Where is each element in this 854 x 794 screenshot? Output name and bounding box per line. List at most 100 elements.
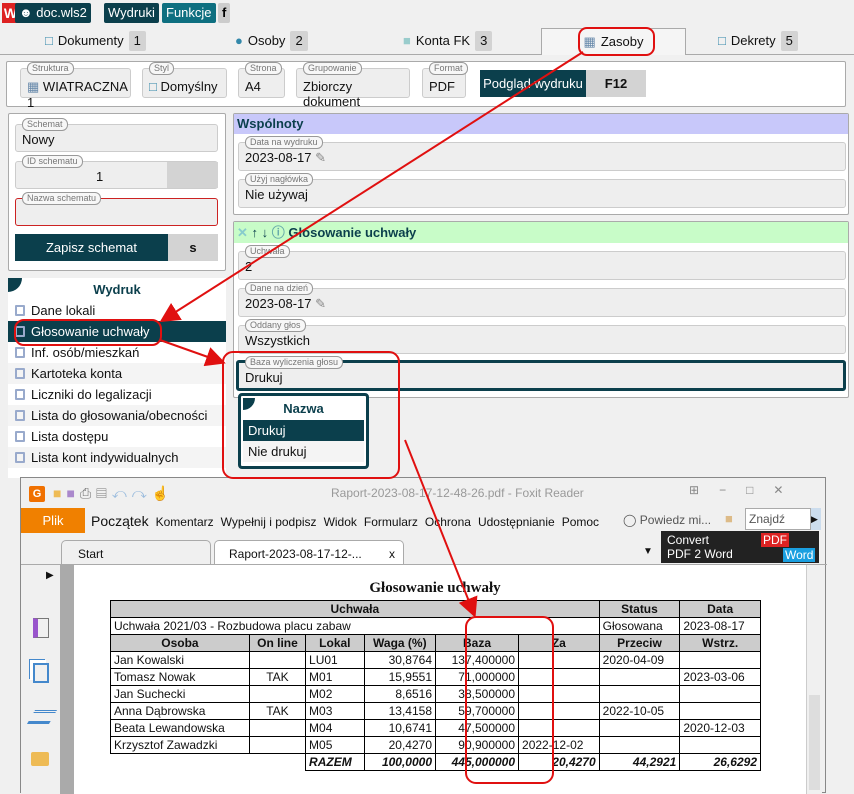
tab-konta-fk[interactable]: ■ Konta FK 3 (403, 28, 493, 54)
dropdown-option[interactable]: Drukuj (243, 420, 364, 441)
convert-ad-banner[interactable]: Convert PDF 2 Word PDF Word (661, 531, 819, 563)
preview-button[interactable]: Podgląd wydruku (480, 70, 586, 97)
dropdown-option[interactable]: Nie drukuj (243, 441, 364, 462)
format-field[interactable]: Format PDF (422, 62, 468, 98)
nazwa-schematu-field[interactable]: Nazwa schematu (15, 192, 218, 226)
edit-icon[interactable]: ✎ (315, 150, 326, 165)
total-row: RAZEM 100,0000 445,000000 20,4270 44,2921 26,… (111, 753, 761, 771)
vertical-scrollbar[interactable] (806, 565, 822, 794)
list-item[interactable]: Liczniki do legalizacji (8, 384, 226, 405)
uchwala-field[interactable]: Uchwała 2 (238, 245, 846, 280)
tab-start[interactable]: Start (61, 540, 211, 564)
f-key[interactable]: f (218, 3, 231, 23)
redo-icon[interactable]: ↷ (132, 485, 152, 501)
save-schema-button[interactable]: Zapisz schemat (15, 234, 168, 261)
arrow-down-icon[interactable]: ↓ (262, 225, 269, 240)
close-icon[interactable]: ✕ (237, 225, 248, 240)
schemat-field[interactable]: Schemat Nowy (15, 118, 218, 152)
cell: 15,9551 (363, 668, 437, 686)
menu-poczatek[interactable]: Początek (91, 513, 149, 529)
menu-komentarz[interactable]: Komentarz (156, 515, 214, 529)
open-icon[interactable]: ■ (53, 485, 66, 501)
list-item[interactable]: Lista do głosowania/obecności (8, 405, 226, 426)
arrow-up-icon[interactable]: ↑ (252, 225, 259, 240)
field-label: Baza wyliczenia głosu (245, 356, 344, 369)
tab-shortcut: 3 (475, 31, 493, 51)
expand-panel-icon[interactable]: ▶ (46, 570, 54, 581)
find-next-button[interactable]: ▶ (811, 508, 821, 530)
list-item[interactable]: Kartoteka konta (8, 363, 226, 384)
menu-udostepnianie[interactable]: Udostępnianie (478, 515, 555, 529)
panel-header: Wspólnoty (234, 114, 848, 134)
info-icon[interactable]: ⓘ (272, 225, 285, 240)
data-na-wydruku-field[interactable]: Data na wydruku 2023-08-17 ✎ (238, 136, 846, 171)
hand-icon[interactable]: ☝ (152, 485, 174, 501)
wydruki-button[interactable]: Wydruki (104, 3, 159, 23)
cell: 38,500000 (435, 685, 520, 703)
list-item[interactable]: Inf. osób/mieszkań (8, 342, 226, 363)
folder-icon: ■ (403, 33, 411, 48)
id-schematu-field[interactable]: ID schematu 1 (15, 155, 218, 189)
preview-shortcut[interactable]: F12 (586, 70, 646, 97)
list-item[interactable]: Lista dostępu (8, 426, 226, 447)
uzyj-naglowka-field[interactable]: Użyj nagłówka Nie używaj (238, 173, 846, 208)
id-spinner[interactable] (167, 162, 218, 188)
window-title: Raport-2023-08-17-12-48-26.pdf - Foxit R… (331, 486, 584, 500)
close-tab-icon[interactable]: x (389, 547, 395, 561)
minimize-icon[interactable]: − (719, 483, 746, 497)
tab-dokumenty[interactable]: □ Dokumenty 1 (45, 28, 146, 54)
list-item[interactable]: Głosowanie uchwały (8, 321, 226, 342)
oddany-glos-field[interactable]: Oddany głos Wszystkich (238, 319, 846, 354)
save-icon[interactable]: ■ (66, 485, 79, 501)
print-icon[interactable]: ⎙ (80, 485, 96, 501)
tab-zasoby[interactable]: ▦ Zasoby (541, 28, 686, 55)
undo-icon[interactable]: ↶ (112, 485, 132, 501)
table-row: Jan Kowalski LU01 30,8764 137,400000 2020-04… (110, 651, 761, 669)
pages-icon[interactable] (33, 663, 49, 683)
funkcje-button[interactable]: Funkcje (162, 3, 216, 23)
list-item[interactable]: Lista kont indywidualnych (8, 447, 226, 468)
strona-field[interactable]: Strona A4 (238, 62, 285, 98)
menu-widok[interactable]: Widok (324, 515, 357, 529)
cell: Krzysztof Zawadzki (110, 736, 250, 754)
tab-list-dropdown-icon[interactable]: ▼ (643, 546, 653, 557)
menu-ochrona[interactable]: Ochrona (425, 515, 471, 529)
struktura-field[interactable]: Struktura ▦ WIATRACZNA 1 (20, 62, 131, 110)
cell: M03 (305, 702, 365, 720)
fullscreen-icon[interactable]: ⊞ (689, 483, 719, 497)
scrollbar-thumb[interactable] (809, 695, 820, 790)
user-button[interactable]: ☻ doc.wls2 (15, 3, 91, 23)
cell (111, 754, 250, 771)
cell: 2020-12-03 (679, 719, 761, 737)
tab-osoby[interactable]: ● Osoby 2 (235, 28, 308, 54)
window-controls[interactable]: ⊞−□✕ (689, 483, 803, 497)
header-cell: Wstrz. (679, 634, 761, 652)
document-icon (15, 389, 25, 400)
tell-me[interactable]: ◯ Powiedz mi... (623, 513, 711, 527)
edit-icon[interactable]: ✎ (315, 296, 326, 311)
document-icon (15, 410, 25, 421)
styl-field[interactable]: Styl □ Domyślny (142, 62, 227, 98)
restore-icon[interactable]: □ (746, 483, 773, 497)
close-icon[interactable]: ✕ (773, 483, 803, 497)
list-item[interactable]: Dane lokali (8, 300, 226, 321)
menu-formularz[interactable]: Formularz (364, 515, 418, 529)
tab-document[interactable]: Raport-2023-08-17-12-... x (214, 540, 404, 565)
field-label: Uchwała (245, 245, 290, 258)
menu-pomoc[interactable]: Pomoc (562, 515, 599, 529)
bookmark-icon[interactable] (33, 618, 49, 638)
field-value: Zbiorczy dokument (303, 79, 361, 109)
find-input[interactable]: Znajdź (745, 508, 811, 530)
layers-icon[interactable] (26, 710, 58, 724)
tab-dekrety[interactable]: □ Dekrety 5 (718, 28, 798, 54)
tab-shortcut: 1 (128, 31, 146, 51)
properties-icon[interactable]: ▤ (96, 485, 112, 501)
grupowanie-field[interactable]: Grupowanie Zbiorczy dokument (296, 62, 410, 109)
quick-access-toolbar[interactable]: ■■⎙▤↶↷☝ (53, 485, 174, 502)
menu-wypelnij[interactable]: Wypełnij i podpisz (221, 515, 317, 529)
baza-wyliczenia-field[interactable]: Baza wyliczenia głosu Drukuj (236, 356, 846, 391)
comments-icon[interactable] (31, 752, 49, 766)
save-shortcut[interactable]: s (168, 234, 218, 261)
file-menu-button[interactable]: Plik (21, 508, 85, 533)
dane-na-dzien-field[interactable]: Dane na dzień 2023-08-17 ✎ (238, 282, 846, 317)
